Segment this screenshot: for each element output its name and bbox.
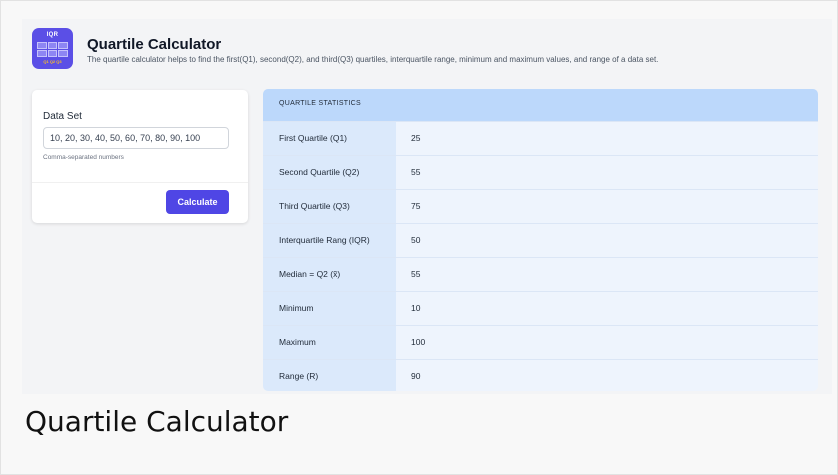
data-set-input[interactable] [43, 127, 229, 149]
row-label: First Quartile (Q1) [263, 122, 396, 155]
calculator-panel: IQR Q1 Q2 Q3 Quartile Calculator The qua… [22, 19, 832, 394]
table-row: Second Quartile (Q2) 55 [263, 155, 818, 189]
page-heading: Quartile Calculator [25, 405, 289, 438]
calculator-title: Quartile Calculator [87, 36, 222, 53]
card-divider [32, 182, 248, 183]
row-value: 100 [411, 337, 426, 347]
table-row: Maximum 100 [263, 325, 818, 359]
row-value: 50 [411, 235, 421, 245]
data-input-card: Data Set Comma-separated numbers Calcula… [32, 90, 248, 223]
row-label: Third Quartile (Q3) [263, 190, 396, 223]
row-value: 90 [411, 371, 421, 381]
calculator-description: The quartile calculator helps to find th… [87, 55, 659, 64]
row-value: 75 [411, 201, 421, 211]
calculate-button[interactable]: Calculate [166, 190, 229, 214]
row-label: Maximum [263, 326, 396, 359]
logo-subtext: Q1 Q2 Q3 [43, 59, 62, 64]
table-row: Range (R) 90 [263, 359, 818, 391]
iqr-logo-icon: IQR Q1 Q2 Q3 [32, 28, 73, 69]
table-row: Third Quartile (Q3) 75 [263, 189, 818, 223]
statistics-heading: QUARTILE STATISTICS [279, 100, 361, 107]
row-label: Range (R) [263, 360, 396, 391]
data-set-help-text: Comma-separated numbers [43, 154, 124, 161]
row-label: Median = Q2 (x̃) [263, 258, 396, 291]
table-row: Median = Q2 (x̃) 55 [263, 257, 818, 291]
statistics-table-header: QUARTILE STATISTICS [263, 89, 818, 121]
logo-text: IQR [46, 32, 59, 38]
row-label: Second Quartile (Q2) [263, 156, 396, 189]
table-row: First Quartile (Q1) 25 [263, 121, 818, 155]
row-value: 55 [411, 167, 421, 177]
row-value: 25 [411, 133, 421, 143]
row-label: Minimum [263, 292, 396, 325]
data-set-label: Data Set [43, 111, 82, 122]
table-row: Interquartile Rang (IQR) 50 [263, 223, 818, 257]
quartile-statistics-table: QUARTILE STATISTICS First Quartile (Q1) … [263, 89, 818, 391]
logo-grid [37, 42, 68, 57]
row-label: Interquartile Rang (IQR) [263, 224, 396, 257]
table-row: Minimum 10 [263, 291, 818, 325]
row-value: 10 [411, 303, 421, 313]
page-frame: IQR Q1 Q2 Q3 Quartile Calculator The qua… [0, 0, 838, 475]
row-value: 55 [411, 269, 421, 279]
